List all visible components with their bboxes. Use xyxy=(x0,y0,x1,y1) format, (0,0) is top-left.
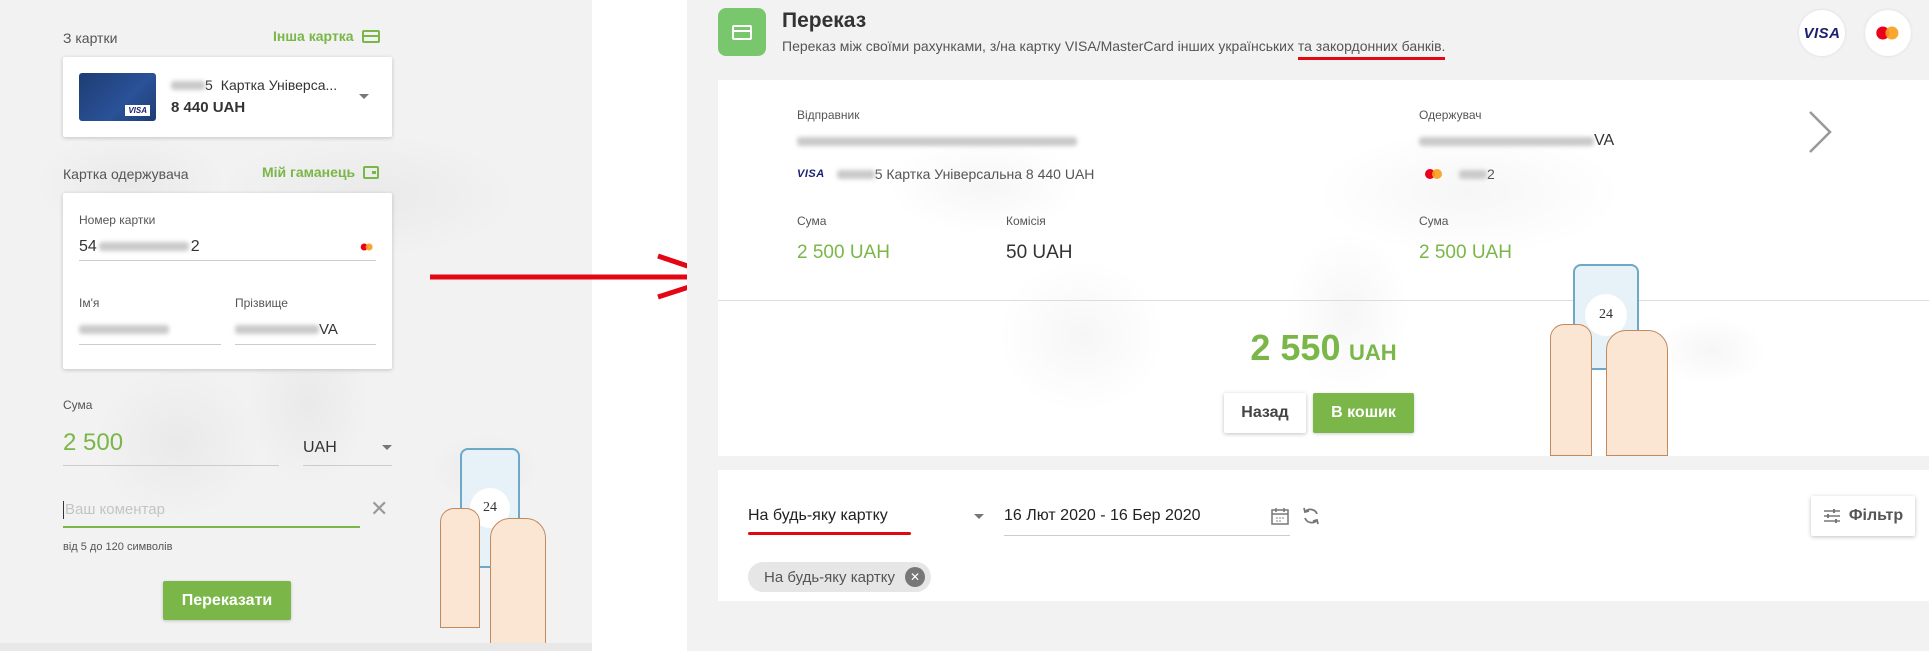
wallet-icon xyxy=(363,165,380,179)
mastercard-icon xyxy=(1425,169,1443,179)
card-filter-underline xyxy=(748,532,911,535)
masked-last-name xyxy=(235,325,319,334)
filter-button[interactable]: Фільтр xyxy=(1811,496,1915,536)
receiver-name: VA xyxy=(1419,132,1614,150)
remove-chip-icon[interactable]: ✕ xyxy=(905,567,926,587)
amount-label: Сума xyxy=(63,398,93,412)
page-subtitle: Переказ між своїми рахунками, з/на картк… xyxy=(782,38,1446,60)
card-icon xyxy=(361,29,380,43)
masked-receiver-name xyxy=(1419,136,1594,146)
mastercard-badge xyxy=(1865,10,1911,56)
card-number-tail: 5 xyxy=(205,77,213,93)
card-number-input[interactable]: 54 2 xyxy=(79,233,376,261)
chevron-right-icon xyxy=(1809,111,1832,153)
from-card-label: З картки xyxy=(63,30,118,46)
comment-hint: від 5 до 120 символів xyxy=(63,541,173,553)
card-filter-select[interactable]: На будь-яку картку xyxy=(748,496,984,536)
sliders-icon xyxy=(1823,509,1840,523)
recipient-label: Картка одержувача xyxy=(63,166,189,182)
date-range-value: 16 Лют 2020 - 16 Бер 2020 xyxy=(1004,506,1201,524)
amount-input[interactable]: 2 500 xyxy=(63,420,279,466)
visa-mini-logo: VISA xyxy=(125,105,150,116)
fee-value: 50 UAH xyxy=(1006,242,1073,263)
masked-sender-name xyxy=(797,137,1077,146)
masked-digits xyxy=(1459,169,1487,179)
transfer-icon xyxy=(718,8,766,56)
visa-logo: VISA xyxy=(1803,24,1841,42)
red-arrow-annotation xyxy=(430,253,728,300)
visa-badge: VISA xyxy=(1799,10,1845,56)
currency-select[interactable]: UAH xyxy=(303,430,392,466)
card-number-label: Номер картки xyxy=(79,213,156,227)
sum-value: 2 500 UAH xyxy=(797,242,890,263)
refresh-icon[interactable] xyxy=(1301,506,1321,526)
last-name-label: Прізвище xyxy=(235,296,288,310)
card-name: Картка Універса... xyxy=(220,77,338,93)
wallet-link[interactable]: Мій гаманець xyxy=(262,164,380,180)
phone-hand-illustration: 24 xyxy=(430,448,570,648)
transfer-button[interactable]: Переказати xyxy=(163,581,291,620)
clear-comment-icon[interactable]: ✕ xyxy=(370,496,388,522)
first-name-input[interactable] xyxy=(79,315,221,345)
receiver-label: Одержувач xyxy=(1419,108,1482,122)
masked-digits xyxy=(836,169,875,179)
confirmation-card: Відправник VISA 5 Картка Універсальна 8 … xyxy=(718,80,1929,456)
filter-panel: На будь-яку картку 16 Лют 2020 - 16 Бер … xyxy=(718,470,1929,601)
card-thumbnail: VISA xyxy=(79,73,156,121)
card-balance: 8 440 UAH xyxy=(171,99,246,116)
comment-input[interactable]: Ваш коментар xyxy=(63,493,360,528)
calendar-icon[interactable] xyxy=(1270,506,1290,526)
receiver-sum-label: Сума xyxy=(1419,214,1449,228)
comment-placeholder: Ваш коментар xyxy=(65,501,165,518)
right-panel: Переказ Переказ між своїми рахунками, з/… xyxy=(687,0,1929,651)
masked-first-name xyxy=(79,325,169,334)
left-bottom-strip xyxy=(0,643,592,651)
page-title: Переказ xyxy=(782,9,867,32)
receiver-sum-value: 2 500 UAH xyxy=(1419,242,1512,263)
divider xyxy=(718,300,1929,301)
masked-digits xyxy=(171,80,205,90)
masked-digits xyxy=(98,242,189,251)
back-button[interactable]: Назад xyxy=(1224,393,1306,433)
mastercard-icon xyxy=(360,243,374,250)
visa-logo: VISA xyxy=(797,168,825,180)
date-range-input[interactable]: 16 Лют 2020 - 16 Бер 2020 xyxy=(1004,496,1290,536)
card-select[interactable]: VISA 5 Картка Універса... 8 440 UAH xyxy=(63,57,392,137)
last-name-input[interactable]: VA xyxy=(235,315,376,345)
card-filter-value: На будь-яку картку xyxy=(748,507,888,524)
other-card-link[interactable]: Інша картка xyxy=(273,28,380,44)
filter-chip: На будь-яку картку ✕ xyxy=(748,562,932,592)
mastercard-icon xyxy=(1876,26,1899,40)
phone-hand-illustration: 24 xyxy=(1538,264,1688,456)
sender-card: VISA 5 Картка Універсальна 8 440 UAH xyxy=(797,166,1095,182)
receiver-card: 2 xyxy=(1425,166,1495,182)
subtitle-highlight: та закордонних банків. xyxy=(1297,38,1446,60)
sum-label: Сума xyxy=(797,214,827,228)
chip-label: На будь-яку картку xyxy=(764,568,896,586)
recipient-form: Номер картки 54 2 Ім'я Прізвище VA xyxy=(63,193,392,369)
left-panel: З картки Інша картка VISA 5 Картка Уніве… xyxy=(0,0,592,651)
chevron-down-icon xyxy=(974,513,984,519)
first-name-label: Ім'я xyxy=(79,296,100,310)
amount-value: 2 500 xyxy=(63,428,124,456)
chevron-down-icon[interactable] xyxy=(359,94,369,99)
currency-value: UAH xyxy=(303,438,337,456)
chevron-down-icon xyxy=(382,445,392,450)
total-amount: 2 550 UAH xyxy=(1250,327,1397,368)
sender-label: Відправник xyxy=(797,108,860,122)
add-to-cart-button[interactable]: В кошик xyxy=(1313,393,1414,433)
fee-label: Комісія xyxy=(1006,214,1046,228)
